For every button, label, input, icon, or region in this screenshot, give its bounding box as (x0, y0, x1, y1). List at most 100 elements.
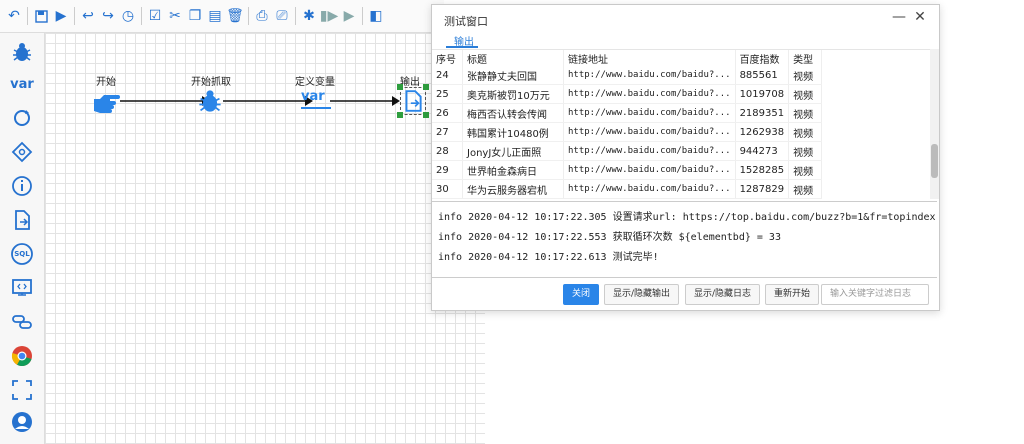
paste-icon[interactable]: ▤ (205, 4, 225, 28)
start-node-hand-icon[interactable] (92, 89, 122, 118)
arrow-connector (330, 96, 400, 106)
column-header[interactable]: 类型 (788, 50, 823, 66)
step-icon[interactable]: ▮▶ (319, 4, 339, 28)
run-icon[interactable]: ▶ (51, 4, 71, 28)
selection-handle[interactable] (423, 84, 429, 90)
selection-handle[interactable] (397, 84, 403, 90)
play-icon[interactable]: ▶ (339, 4, 359, 28)
export-icon[interactable]: ⎙ (252, 4, 272, 28)
avatar-icon[interactable] (9, 409, 35, 435)
fullscreen-icon[interactable] (9, 377, 35, 403)
variable-node-text: var (301, 89, 325, 104)
table-row[interactable]: 26 梅西否认转会传闻 http://www.baidu.com/baidu?...… (432, 103, 823, 123)
table-cell: 2189351 (735, 103, 790, 123)
restart-button[interactable]: 重新开始 (765, 284, 820, 305)
table-row[interactable]: 24 张静静丈夫回国 http://www.baidu.com/baidu?... 8… (432, 66, 823, 85)
undo-icon[interactable]: ↶ (4, 4, 24, 28)
crawl-node-spider-icon[interactable] (197, 87, 223, 118)
spider-icon[interactable] (9, 39, 35, 65)
dialog-footer: 关闭 显示/隐藏输出 显示/隐藏日志 重新开始 输入关键字过滤日志 (432, 282, 939, 306)
table-cell: 梅西否认转会传闻 (462, 103, 564, 123)
flow-canvas[interactable]: 开始 开始抓取 定义变量 输出 var (45, 33, 485, 444)
table-cell: 30 (432, 179, 463, 199)
file-export-icon[interactable] (9, 207, 35, 233)
column-header[interactable]: 链接地址 (563, 50, 736, 66)
table-cell: 885561 (735, 66, 790, 85)
table-scrollbar[interactable] (930, 49, 939, 199)
table-cell: http://www.baidu.com/baidu?... (563, 122, 736, 142)
table-cell: 1019708 (735, 84, 790, 104)
info-icon[interactable] (9, 173, 35, 199)
table-cell: http://www.baidu.com/baidu?... (563, 84, 736, 104)
table-cell: 视频 (788, 84, 823, 104)
selection-handle[interactable] (423, 112, 429, 118)
table-cell: http://www.baidu.com/baidu?... (563, 160, 736, 180)
column-header[interactable]: 百度指数 (735, 50, 790, 66)
close-icon[interactable]: ✕ (912, 9, 928, 25)
toolbar-separator (74, 7, 75, 25)
cut-icon[interactable]: ✂ (165, 4, 185, 28)
toggle-output-button[interactable]: 显示/隐藏输出 (604, 284, 680, 305)
window-icon[interactable]: ◧ (366, 4, 386, 28)
minimize-button[interactable]: — (891, 9, 907, 25)
table-cell: http://www.baidu.com/baidu?... (563, 141, 736, 161)
output-node-selected[interactable] (397, 84, 429, 118)
node-label-start: 开始 (96, 77, 116, 88)
toolbar-separator (248, 7, 249, 25)
condition-icon[interactable] (9, 139, 35, 165)
table-cell: JonyJ女儿正面照 (462, 141, 564, 161)
table-cell: 29 (432, 160, 463, 180)
column-header[interactable]: 序号 (432, 50, 463, 66)
table-cell: 视频 (788, 179, 823, 199)
table-row[interactable]: 30 华为云服务器宕机 http://www.baidu.com/baidu?...… (432, 179, 823, 199)
table-cell: 视频 (788, 66, 823, 85)
selection-handle[interactable] (397, 112, 403, 118)
code-icon[interactable] (9, 275, 35, 301)
table-cell: 韩国累计10480例 (462, 122, 564, 142)
table-cell: 1528285 (735, 160, 790, 180)
table-cell: 张静静丈夫回国 (462, 66, 564, 85)
forward-icon[interactable]: ↪ (98, 4, 118, 28)
variable-node[interactable]: var (301, 89, 331, 111)
log-filter-input[interactable]: 输入关键字过滤日志 (821, 284, 929, 305)
column-header[interactable]: 标题 (462, 50, 564, 66)
save-icon[interactable] (31, 4, 51, 28)
print-icon[interactable]: ⎚ (272, 4, 292, 28)
table-cell: 1287829 (735, 179, 790, 199)
table-cell: http://www.baidu.com/baidu?... (563, 179, 736, 199)
scrollbar-thumb[interactable] (931, 144, 938, 178)
delete-icon[interactable]: 🗑 (225, 4, 245, 28)
link-icon[interactable] (9, 309, 35, 335)
sql-icon[interactable]: SQL (9, 241, 35, 267)
table-cell: 视频 (788, 160, 823, 180)
toolbar-separator (141, 7, 142, 25)
toggle-log-button[interactable]: 显示/隐藏日志 (685, 284, 761, 305)
table-row[interactable]: 25 奥克斯被罚10万元 http://www.baidu.com/baidu?..… (432, 84, 823, 104)
copy-icon[interactable]: ❐ (185, 4, 205, 28)
arrow-connector (223, 96, 313, 106)
node-label-crawl: 开始抓取 (191, 77, 231, 88)
variable-underline (301, 107, 331, 109)
log-line: info 2020-04-12 10:17:22.305 设置请求url: ht… (438, 212, 936, 223)
tab-indicator (446, 46, 478, 48)
table-row[interactable]: 27 韩国累计10480例 http://www.baidu.com/baidu?.… (432, 122, 823, 142)
debug-icon[interactable]: ✱ (299, 4, 319, 28)
back-icon[interactable]: ↩ (78, 4, 98, 28)
close-button[interactable]: 关闭 (563, 284, 600, 305)
node-label-variable: 定义变量 (295, 77, 335, 88)
table-cell: 944273 (735, 141, 790, 161)
dialog-title: 测试窗口 (444, 15, 488, 28)
history-icon[interactable]: ◷ (118, 4, 138, 28)
table-row[interactable]: 28 JonyJ女儿正面照 http://www.baidu.com/baidu?.… (432, 141, 823, 161)
node-label-output: 输出 (400, 77, 420, 88)
loop-icon[interactable] (9, 105, 35, 131)
toolbar-separator (295, 7, 296, 25)
variable-icon[interactable]: var (9, 71, 35, 97)
chrome-icon[interactable] (9, 343, 35, 369)
table-row[interactable]: 29 世界帕金森病日 http://www.baidu.com/baidu?... 1… (432, 160, 823, 180)
toolbar-separator (362, 7, 363, 25)
table-cell: 24 (432, 66, 463, 85)
toolbar-separator (27, 7, 28, 25)
log-line: info 2020-04-12 10:17:22.553 获取循环次数 ${el… (438, 232, 781, 243)
check-icon[interactable]: ☑ (145, 4, 165, 28)
